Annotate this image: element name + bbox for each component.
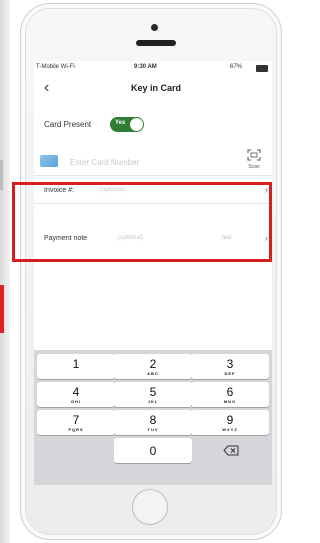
card-number-input[interactable]: [68, 153, 222, 171]
key-3[interactable]: 3 DEF: [191, 354, 269, 379]
key-letters: GHI: [70, 399, 82, 404]
delete-key[interactable]: [191, 438, 269, 463]
speaker-grille: [136, 40, 176, 46]
key-letters: DEF: [224, 371, 236, 376]
key-letters: MNO: [223, 399, 237, 404]
key-5[interactable]: 5 JKL: [114, 382, 192, 407]
payment-note-highlight-box: [12, 182, 272, 262]
key-letters: WXYZ: [222, 427, 238, 432]
page-title: Key in Card: [130, 83, 181, 93]
key-blank: [37, 438, 115, 463]
card-present-row: Card Present Yes: [34, 111, 272, 141]
status-time: 9:30 AM: [134, 64, 157, 70]
key-digit: 6: [226, 385, 234, 399]
key-9[interactable]: 9 WXYZ: [191, 410, 269, 435]
status-battery-percent: 67%: [230, 64, 243, 70]
key-letters: TUV: [147, 427, 159, 432]
scan-icon: [247, 149, 261, 161]
key-digit: 5: [149, 385, 157, 399]
toggle-knob: [130, 118, 143, 131]
card-number-row: Scan: [34, 145, 272, 176]
numeric-keypad: 1 2 ABC 3 DEF 4 GHI 5 JKL 6 MNO 7 PQRS 8: [34, 350, 272, 485]
key-2[interactable]: 2 ABC: [114, 354, 192, 379]
back-chevron-icon[interactable]: ‹: [44, 80, 58, 96]
battery-icon: [256, 65, 268, 72]
key-7[interactable]: 7 PQRS: [37, 410, 115, 435]
key-digit: 1: [72, 357, 80, 371]
status-carrier: T-Mobile Wi-Fi: [36, 64, 75, 70]
key-0[interactable]: 0: [114, 438, 192, 463]
navigation-bar: ‹ Key in Card: [34, 77, 272, 101]
key-1[interactable]: 1: [37, 354, 115, 379]
edge-highlight-mark: [0, 285, 4, 333]
key-digit: 2: [149, 357, 157, 371]
backspace-icon: [223, 445, 239, 456]
key-8[interactable]: 8 TUV: [114, 410, 192, 435]
key-letters: JKL: [147, 399, 159, 404]
left-edge-background: [0, 0, 10, 543]
phone-screen: T-Mobile Wi-Fi 9:30 AM 67% ‹ Key in Card…: [34, 61, 272, 485]
key-digit: 7: [72, 413, 80, 427]
edge-mark: [0, 160, 3, 190]
front-camera: [151, 24, 158, 31]
card-present-toggle[interactable]: Yes: [110, 117, 144, 132]
card-present-label: Card Present: [44, 120, 92, 129]
key-letters: ABC: [147, 371, 159, 376]
key-4[interactable]: 4 GHI: [37, 382, 115, 407]
key-letters: PQRS: [68, 427, 84, 432]
home-button[interactable]: [132, 489, 168, 525]
key-digit: 9: [226, 413, 234, 427]
key-6[interactable]: 6 MNO: [191, 382, 269, 407]
credit-card-icon: [40, 155, 58, 167]
scan-label: Scan: [248, 164, 260, 170]
scan-button[interactable]: Scan: [242, 147, 266, 173]
toggle-label: Yes: [115, 120, 126, 126]
key-digit: 0: [149, 444, 157, 458]
key-digit: 4: [72, 385, 80, 399]
key-digit: 3: [226, 357, 234, 371]
status-bar: T-Mobile Wi-Fi 9:30 AM 67%: [34, 61, 272, 75]
key-digit: 8: [149, 413, 157, 427]
